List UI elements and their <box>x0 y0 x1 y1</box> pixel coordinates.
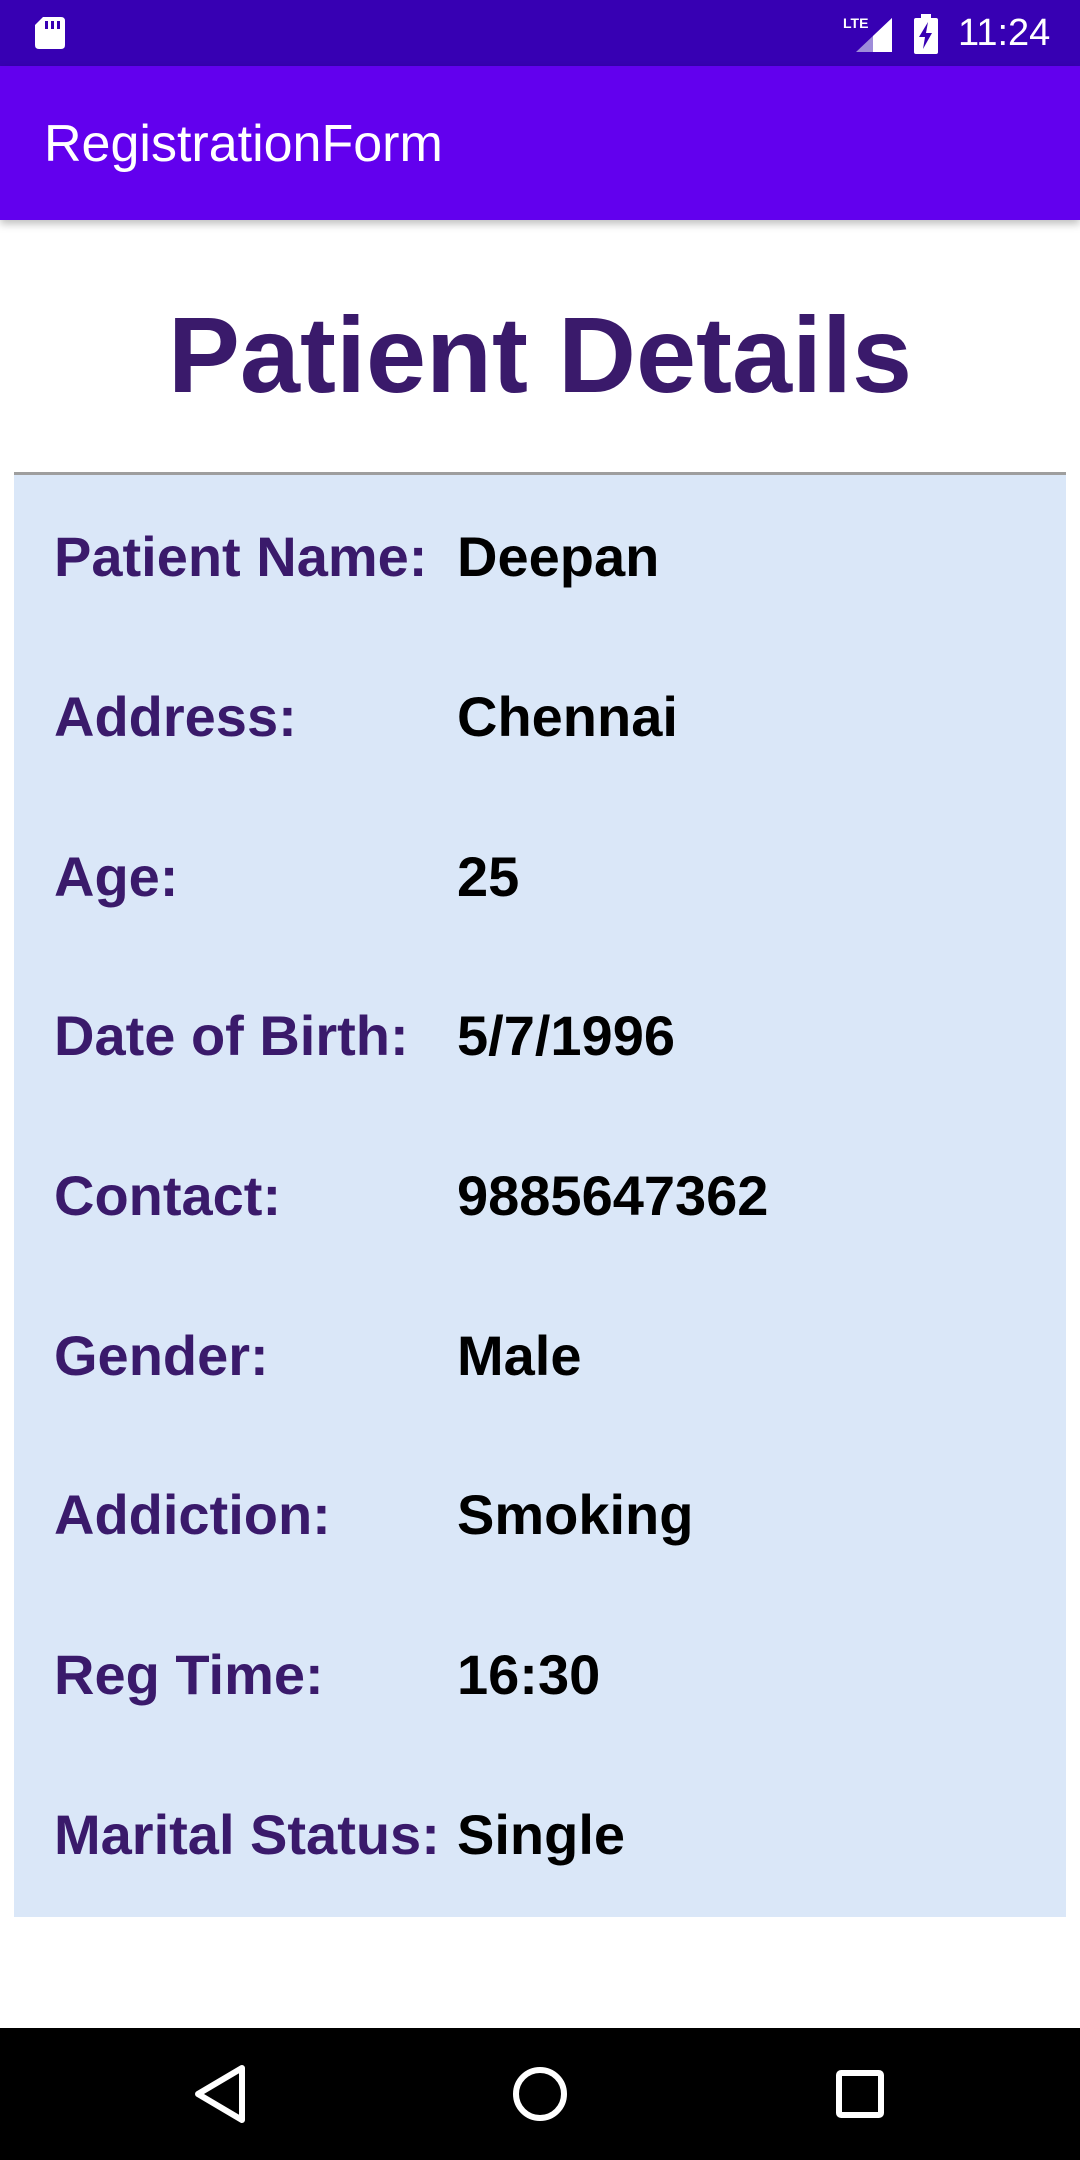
patient-details-card: Patient Name: Deepan Address: Chennai Ag… <box>14 472 1066 1917</box>
lte-signal-icon: LTE <box>843 15 892 52</box>
marital-status-value: Single <box>457 1803 626 1866</box>
navigation-bar <box>0 2028 1080 2160</box>
detail-row-reg-time: Reg Time: 16:30 <box>14 1635 1066 1715</box>
addiction-value: Smoking <box>457 1483 694 1546</box>
age-label: Age: <box>54 845 179 908</box>
home-icon[interactable] <box>500 2054 580 2134</box>
date-of-birth-value: 5/7/1996 <box>457 1004 675 1067</box>
detail-row-age: Age: 25 <box>14 837 1066 917</box>
page-title: Patient Details <box>167 294 913 415</box>
svg-text:LTE: LTE <box>843 15 868 31</box>
battery-charging-icon <box>914 14 938 54</box>
detail-row-contact: Contact: 9885647362 <box>14 1156 1066 1236</box>
detail-row-marital-status: Marital Status: Single <box>14 1795 1066 1875</box>
detail-row-patient-name: Patient Name: Deepan <box>14 517 1066 597</box>
marital-status-label: Marital Status: <box>54 1803 440 1866</box>
addiction-label: Addiction: <box>54 1483 331 1546</box>
detail-row-address: Address: Chennai <box>14 677 1066 757</box>
sd-card-icon <box>35 17 65 49</box>
app-title: RegistrationForm <box>44 115 443 173</box>
address-value: Chennai <box>457 685 678 748</box>
detail-row-addiction: Addiction: Smoking <box>14 1475 1066 1555</box>
screen: LTE 11:24 RegistrationForm Patient Detai… <box>0 0 1080 2160</box>
detail-row-gender: Gender: Male <box>14 1316 1066 1396</box>
gender-value: Male <box>457 1324 582 1387</box>
age-value: 25 <box>457 845 520 908</box>
detail-row-date-of-birth: Date of Birth: 5/7/1996 <box>14 996 1066 1076</box>
status-bar: LTE 11:24 <box>0 0 1080 66</box>
contact-value: 9885647362 <box>457 1164 769 1227</box>
recents-icon[interactable] <box>820 2054 900 2134</box>
patient-name-label: Patient Name: <box>54 525 428 588</box>
gender-label: Gender: <box>54 1324 269 1387</box>
app-bar: RegistrationForm <box>0 66 1080 220</box>
contact-label: Contact: <box>54 1164 282 1227</box>
date-of-birth-label: Date of Birth: <box>54 1004 409 1067</box>
status-time: 11:24 <box>958 12 1051 54</box>
back-icon[interactable] <box>180 2054 260 2134</box>
reg-time-value: 16:30 <box>457 1643 601 1706</box>
address-label: Address: <box>54 685 297 748</box>
patient-name-value: Deepan <box>457 525 660 588</box>
reg-time-label: Reg Time: <box>54 1643 324 1706</box>
